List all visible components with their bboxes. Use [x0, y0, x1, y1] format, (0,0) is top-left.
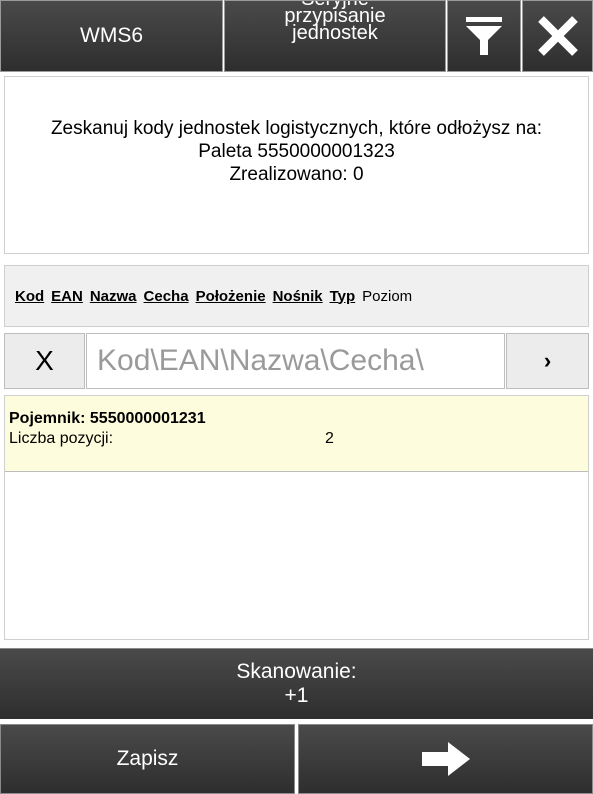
- arrow-right-icon: [421, 742, 470, 776]
- instruction-text: Zeskanuj kody jednostek logistycznych, k…: [50, 118, 543, 139]
- sort-poziom[interactable]: Poziom: [362, 288, 412, 305]
- unit-list: Pojemnik: 5550000001231 Liczba pozycji: …: [4, 395, 589, 640]
- info-panel: Zeskanuj kody jednostek logistycznych, k…: [4, 76, 589, 254]
- sort-kod[interactable]: Kod: [15, 288, 44, 305]
- sort-ean[interactable]: EAN: [51, 288, 83, 305]
- search-placeholder: Kod\EAN\Nazwa\Cecha\: [97, 344, 424, 377]
- position-count-value: 2: [325, 430, 334, 447]
- app-label: WMS6: [80, 24, 143, 47]
- save-button[interactable]: Zapisz: [0, 724, 295, 794]
- title-line-3: jednostek: [292, 22, 378, 44]
- sort-typ[interactable]: Typ: [330, 288, 356, 305]
- sort-nazwa[interactable]: Nazwa: [90, 288, 137, 305]
- list-item[interactable]: Pojemnik: 5550000001231 Liczba pozycji: …: [5, 396, 588, 472]
- close-button[interactable]: [522, 0, 593, 72]
- scan-mode-button[interactable]: Skanowanie: +1: [0, 648, 593, 719]
- save-label: Zapisz: [116, 747, 179, 770]
- clear-search-button[interactable]: X: [4, 333, 85, 389]
- sort-cecha[interactable]: Cecha: [144, 288, 189, 305]
- search-next-button[interactable]: ›: [506, 333, 589, 389]
- sort-polozenie[interactable]: Położenie: [196, 288, 266, 305]
- position-count-label: Liczba pozycji:: [9, 430, 114, 447]
- page-title: Seryjne przypisanie jednostek: [224, 0, 446, 72]
- scan-increment: +1: [284, 684, 309, 707]
- search-input[interactable]: Kod\EAN\Nazwa\Cecha\: [86, 333, 505, 389]
- container-code: Pojemnik: 5550000001231: [9, 410, 206, 427]
- column-sort-bar: Kod EAN Nazwa Cecha Położenie Nośnik Typ…: [4, 265, 589, 327]
- filter-button[interactable]: [447, 0, 521, 72]
- close-icon: [537, 16, 578, 56]
- realized-count: Zrealizowano: 0: [229, 164, 364, 185]
- filter-icon: [466, 17, 502, 55]
- app-menu-button[interactable]: WMS6: [0, 0, 223, 72]
- scan-label: Skanowanie:: [236, 660, 357, 683]
- target-pallet: Paleta 5550000001323: [198, 141, 395, 162]
- sort-nosnik[interactable]: Nośnik: [273, 288, 323, 305]
- next-button[interactable]: [298, 724, 593, 794]
